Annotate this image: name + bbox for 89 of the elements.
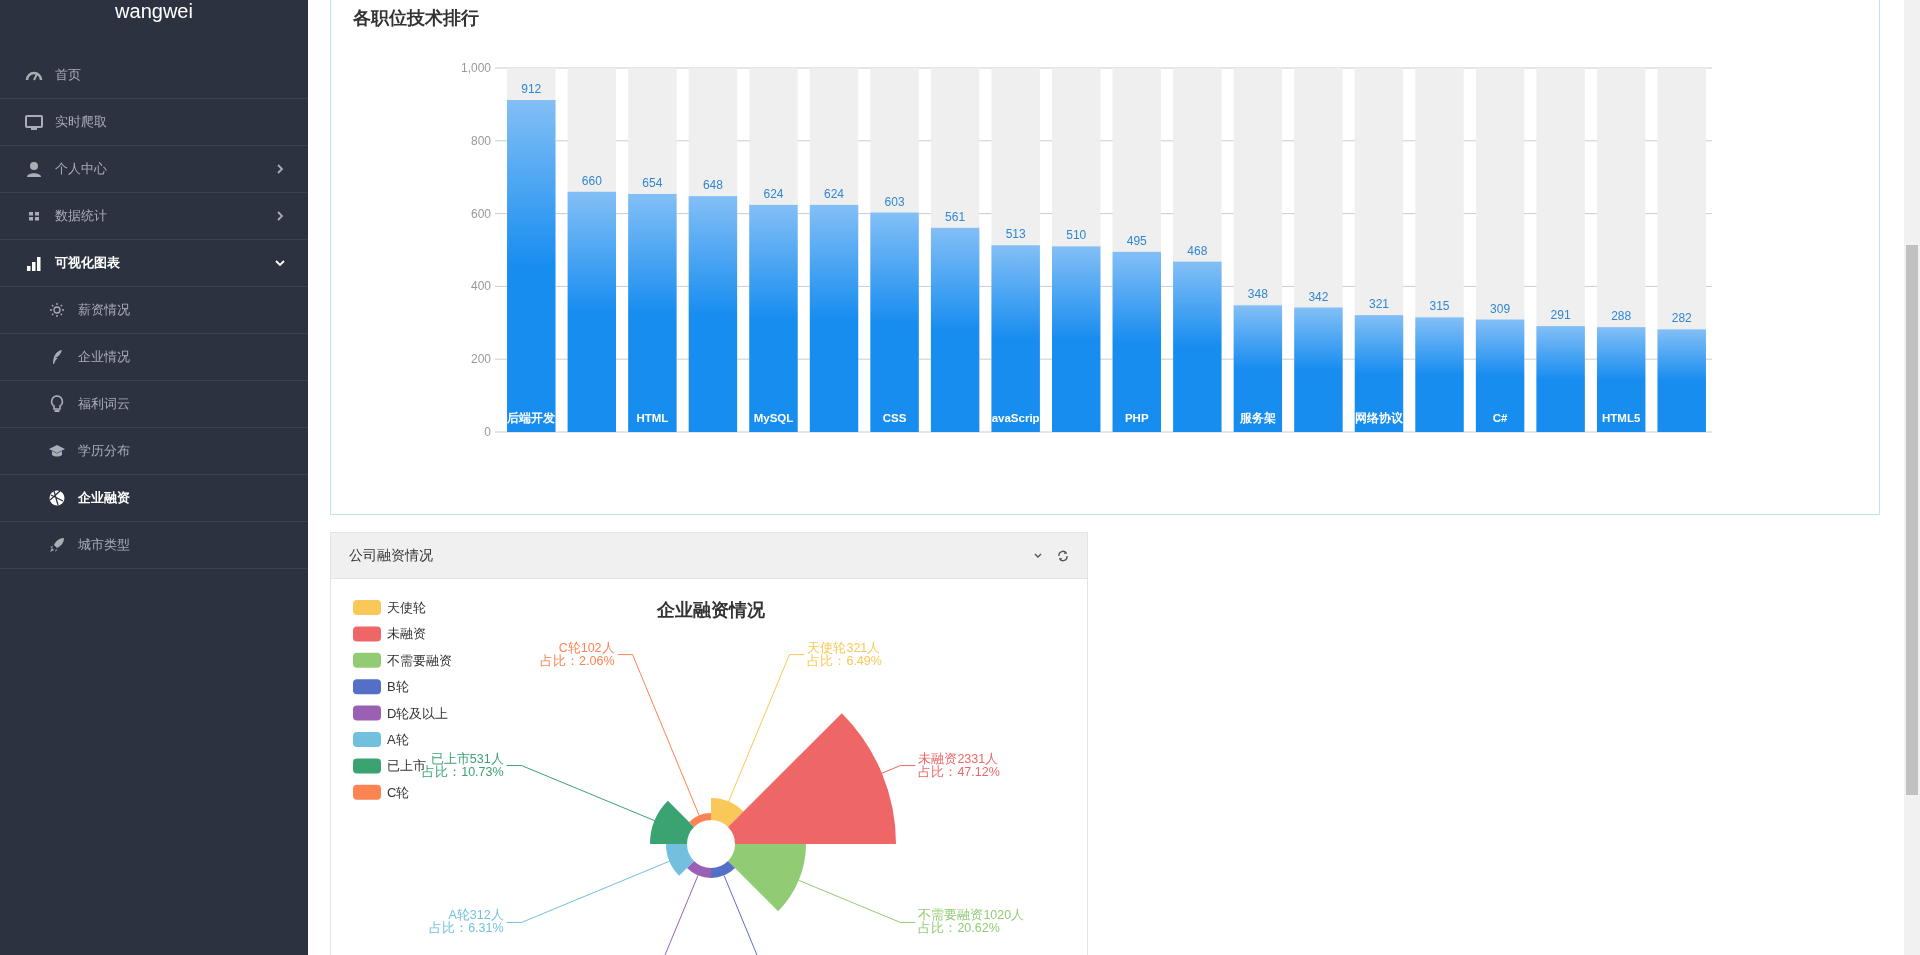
value-label: 654 — [642, 175, 663, 190]
axis-label: 网络协议 — [1354, 412, 1403, 424]
axis-label: MySQL — [753, 412, 794, 424]
data-label: 不需要融资1020人 — [918, 908, 1025, 923]
axis-label: C# — [1492, 412, 1508, 424]
value-label: 309 — [1490, 301, 1511, 316]
data-label: 未融资2331人 — [918, 751, 999, 766]
value-label: 291 — [1550, 308, 1571, 323]
chart-title: 各职位技术排行 — [353, 8, 479, 28]
value-label: 468 — [1187, 243, 1208, 258]
axis-label: PHP — [1124, 412, 1149, 424]
chevron-icon — [274, 210, 286, 222]
data-label: 占比：6.31% — [429, 921, 504, 936]
value-label: 342 — [1308, 289, 1329, 304]
data-label: 已上市531人 — [430, 751, 504, 766]
legend-label[interactable]: 不需要融资 — [387, 652, 452, 668]
sidebar-item[interactable]: 可视化图表 — [0, 240, 308, 287]
value-label: 321 — [1368, 297, 1389, 312]
bar-chart-icon — [25, 254, 43, 272]
brand-name: wangwei — [114, 0, 194, 24]
value-label: 660 — [581, 173, 602, 188]
legend-swatch[interactable] — [353, 600, 381, 615]
axis-label: HTML — [636, 412, 669, 424]
axis-label: 后端开发 — [507, 412, 556, 424]
axis-label: 800 — [470, 133, 491, 148]
value-label: 624 — [824, 186, 845, 201]
axis-label: CSS — [882, 412, 907, 424]
axis-label: avaScrip — [991, 412, 1040, 424]
chart-title: 企业融资情况 — [657, 600, 765, 620]
legend-label[interactable]: 天使轮 — [387, 600, 426, 615]
legend-label[interactable]: 未融资 — [387, 626, 426, 642]
value-label: 603 — [884, 194, 905, 209]
value-label: 288 — [1611, 309, 1632, 324]
sidebar-item[interactable]: 薪资情况 — [0, 287, 308, 334]
sidebar-item[interactable]: 数据统计 — [0, 193, 308, 240]
legend-label[interactable]: A轮 — [387, 732, 409, 747]
chevron-icon — [274, 257, 286, 269]
value-label: 510 — [1066, 228, 1087, 243]
leader-line — [881, 765, 916, 774]
rocket-icon — [48, 536, 66, 554]
legend-swatch[interactable] — [353, 705, 381, 721]
sidebar-item[interactable]: 企业融资 — [0, 475, 308, 522]
legend-label[interactable]: C轮 — [387, 784, 410, 800]
legend-label[interactable]: B轮 — [387, 679, 409, 695]
sidebar-item[interactable]: 个人中心 — [0, 146, 308, 193]
value-label: 282 — [1671, 311, 1692, 326]
scrollbar[interactable] — [1906, 245, 1918, 795]
axis-label: 服务架 — [1239, 412, 1276, 424]
axis-label: 400 — [470, 279, 491, 294]
value-label: 495 — [1126, 233, 1147, 248]
legend-swatch[interactable] — [353, 652, 381, 668]
data-label: 占比：2.06% — [540, 653, 615, 668]
sidebar-item[interactable]: 首页 — [0, 52, 308, 99]
data-label: C轮102人 — [558, 640, 615, 655]
sidebar-item[interactable]: 城市类型 — [0, 522, 308, 569]
sidebar-item[interactable]: 实时爬取 — [0, 99, 308, 146]
user-icon — [25, 160, 43, 178]
value-label: 513 — [1005, 227, 1026, 242]
chevron-icon — [274, 163, 286, 175]
data-label: 天使轮321人 — [807, 640, 881, 655]
data-label: 占比：47.12% — [918, 764, 1000, 779]
legend-swatch[interactable] — [353, 784, 381, 800]
globe-icon — [48, 489, 66, 507]
panel-title: 公司融资情况 — [349, 546, 433, 565]
value-label: 315 — [1429, 299, 1450, 314]
legend-swatch[interactable] — [353, 626, 381, 642]
monitor-icon — [25, 113, 43, 131]
data-label: 占比：20.62% — [918, 921, 1000, 936]
axis-label: 0 — [484, 425, 491, 439]
value-label: 648 — [702, 178, 723, 193]
refresh-icon[interactable] — [1057, 549, 1069, 562]
sun-icon — [48, 301, 66, 319]
axis-label: 1,000 — [460, 61, 491, 75]
axis-label: 600 — [470, 206, 491, 221]
axis-label: HTML5 — [1602, 412, 1641, 424]
lightbulb-icon — [48, 395, 66, 413]
axis-label: 200 — [470, 352, 491, 367]
legend-swatch[interactable] — [353, 732, 381, 747]
legend-swatch[interactable] — [353, 758, 381, 774]
sidebar-item[interactable]: 企业情况 — [0, 334, 308, 381]
legend-swatch[interactable] — [353, 679, 381, 695]
value-label: 561 — [945, 209, 966, 224]
value-label: 348 — [1247, 287, 1268, 302]
value-label: 624 — [763, 186, 784, 201]
sidebar-item[interactable]: 学历分布 — [0, 428, 308, 475]
value-label: 912 — [521, 82, 542, 97]
sidebar-item[interactable]: 福利词云 — [0, 381, 308, 428]
data-label: 占比：6.49% — [807, 653, 882, 668]
legend-label[interactable]: D轮及以上 — [387, 705, 449, 721]
